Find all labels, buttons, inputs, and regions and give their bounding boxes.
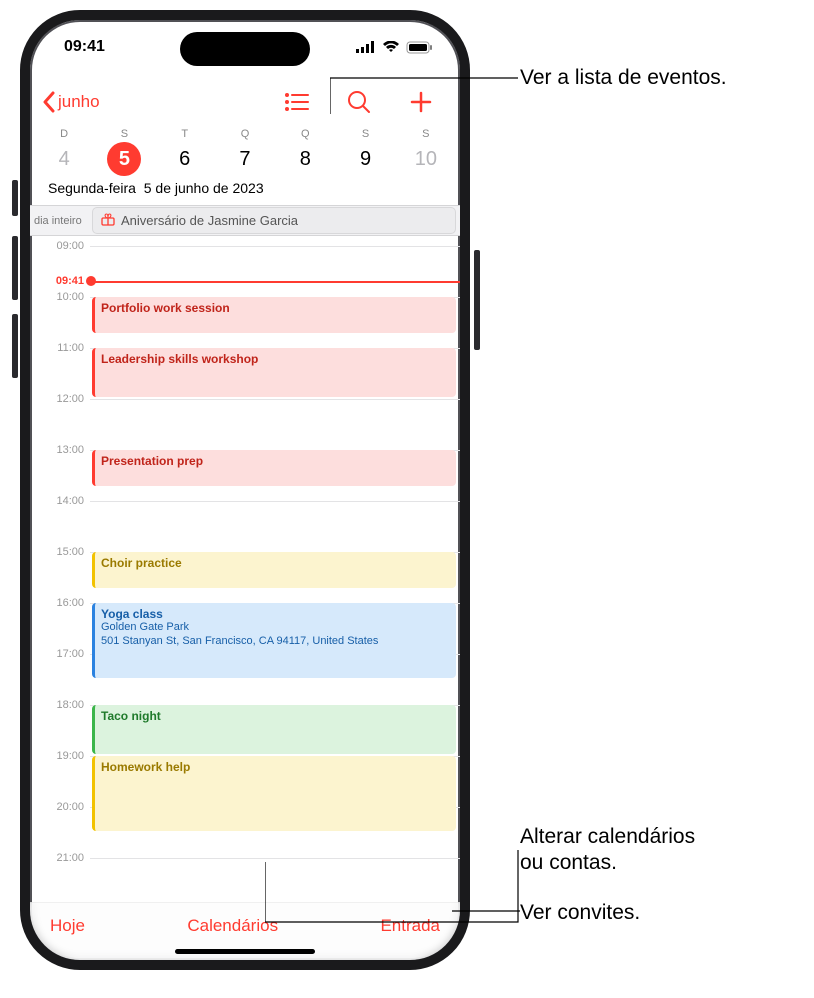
week-header: D S T Q Q S S 4 5 6 7 8 9 10 Segunda-fei…: [30, 126, 460, 206]
day-button[interactable]: 4: [34, 142, 94, 176]
calendar-event[interactable]: Leadership skills workshop: [92, 348, 456, 397]
status-time: 09:41: [64, 38, 105, 56]
weekday-label: T: [155, 126, 215, 140]
calendar-event[interactable]: Yoga classGolden Gate Park501 Stanyan St…: [92, 603, 456, 678]
selected-date-label: Segunda-feira 5 de junho de 2023: [30, 176, 460, 200]
allday-event-title: Aniversário de Jasmine Garcia: [121, 213, 298, 228]
dynamic-island: [180, 32, 310, 66]
event-title: Yoga class: [101, 607, 163, 621]
event-location: Golden Gate Park: [101, 621, 450, 635]
calendar-event[interactable]: Portfolio work session: [92, 297, 456, 333]
calendar-event[interactable]: Choir practice: [92, 552, 456, 588]
event-title: Portfolio work session: [101, 301, 230, 315]
current-time-label: 09:41: [30, 275, 84, 287]
hour-label: 12:00: [30, 393, 84, 405]
hour-label: 10:00: [30, 291, 84, 303]
allday-label: dia inteiro: [30, 206, 92, 235]
hour-label: 13:00: [30, 444, 84, 456]
today-button[interactable]: Hoje: [50, 916, 85, 936]
callout-invites: Ver convites.: [520, 900, 640, 926]
weekday-label: Q: [275, 126, 335, 140]
allday-event[interactable]: Aniversário de Jasmine Garcia: [92, 207, 456, 234]
weekday-label: S: [94, 126, 154, 140]
hour-label: 14:00: [30, 495, 84, 507]
event-address: 501 Stanyan St, San Francisco, CA 94117,…: [101, 635, 450, 649]
calendar-event[interactable]: Presentation prep: [92, 450, 456, 486]
day-button[interactable]: 6: [155, 142, 215, 176]
weekday-label: S: [335, 126, 395, 140]
callout-list: Ver a lista de eventos.: [520, 65, 727, 91]
day-button[interactable]: 9: [335, 142, 395, 176]
day-button[interactable]: 8: [275, 142, 335, 176]
back-label: junho: [58, 92, 100, 112]
weekday-label: D: [34, 126, 94, 140]
home-indicator[interactable]: [175, 949, 315, 954]
hour-label: 21:00: [30, 852, 84, 864]
event-title: Presentation prep: [101, 454, 203, 468]
day-button-selected[interactable]: 5: [94, 142, 154, 176]
list-view-button[interactable]: [266, 80, 328, 124]
event-title: Choir practice: [101, 556, 182, 570]
hour-label: 11:00: [30, 342, 84, 354]
event-title: Taco night: [101, 709, 161, 723]
cellular-icon: [356, 41, 376, 53]
day-button[interactable]: 10: [396, 142, 456, 176]
hour-label: 16:00: [30, 597, 84, 609]
hour-label: 18:00: [30, 699, 84, 711]
birthday-icon: [101, 212, 115, 229]
weekday-label: S: [396, 126, 456, 140]
hour-label: 17:00: [30, 648, 84, 660]
battery-icon: [406, 41, 434, 54]
weekday-label: Q: [215, 126, 275, 140]
hour-label: 20:00: [30, 801, 84, 813]
back-button[interactable]: junho: [38, 87, 104, 117]
chevron-left-icon: [42, 91, 56, 113]
allday-row: dia inteiro Aniversário de Jasmine Garci…: [30, 206, 460, 236]
day-button[interactable]: 7: [215, 142, 275, 176]
day-timeline[interactable]: 09:00 10:00 11:00 12:00 13:00 14:00 15:00 16:00…: [30, 236, 460, 902]
calendar-event[interactable]: Taco night: [92, 705, 456, 754]
status-icons: [356, 41, 434, 54]
list-icon: [284, 92, 310, 112]
callout-accounts: Alterar calendáriosou contas.: [520, 824, 695, 877]
phone-frame: 09:41 junho: [20, 10, 470, 970]
hour-label: 19:00: [30, 750, 84, 762]
wifi-icon: [382, 41, 400, 53]
event-title: Leadership skills workshop: [101, 352, 258, 366]
calendar-event[interactable]: Homework help: [92, 756, 456, 831]
hour-label: 15:00: [30, 546, 84, 558]
hour-label: 09:00: [30, 240, 84, 252]
event-title: Homework help: [101, 760, 190, 774]
